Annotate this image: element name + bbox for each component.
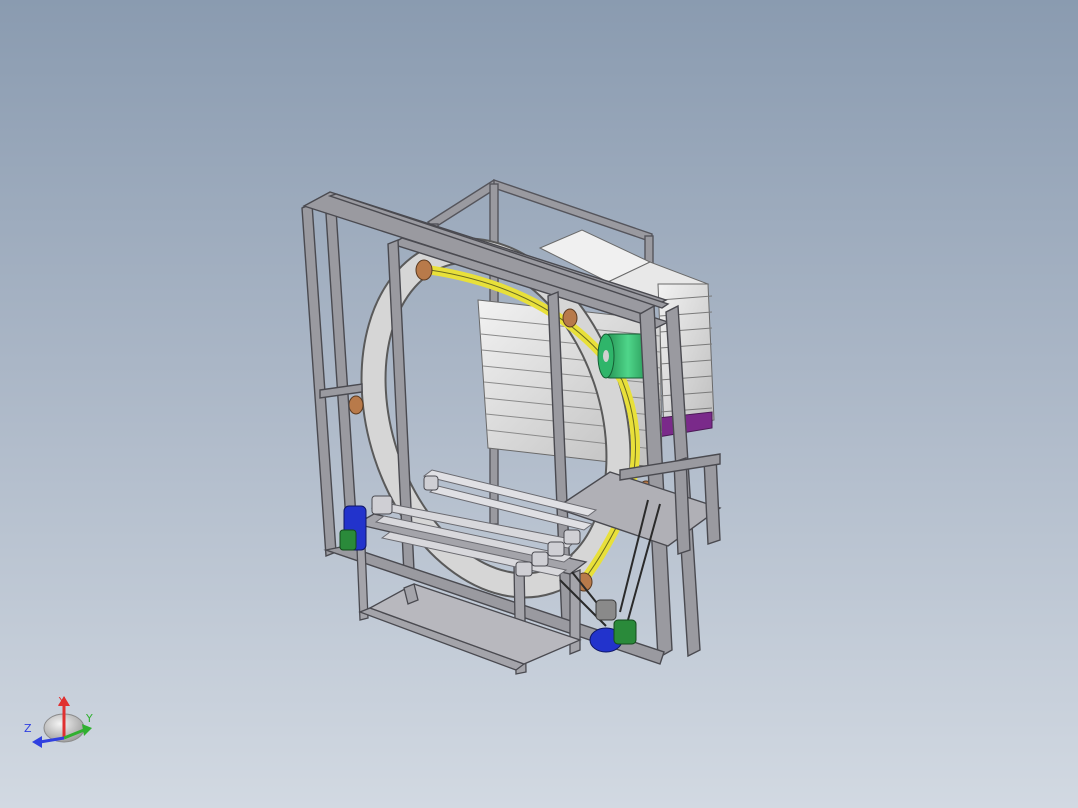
view-triad-icon[interactable]: X Y Z [24, 695, 93, 748]
conveyor-drive-motor[interactable] [339, 505, 367, 551]
wrapping-machine-model[interactable]: X Y Z [0, 0, 1078, 808]
cad-3d-viewport[interactable]: X Y Z [0, 0, 1078, 808]
triad-y-label: Y [85, 712, 93, 725]
triad-z-label: Z [24, 722, 32, 735]
triad-x-label: X [58, 695, 66, 708]
